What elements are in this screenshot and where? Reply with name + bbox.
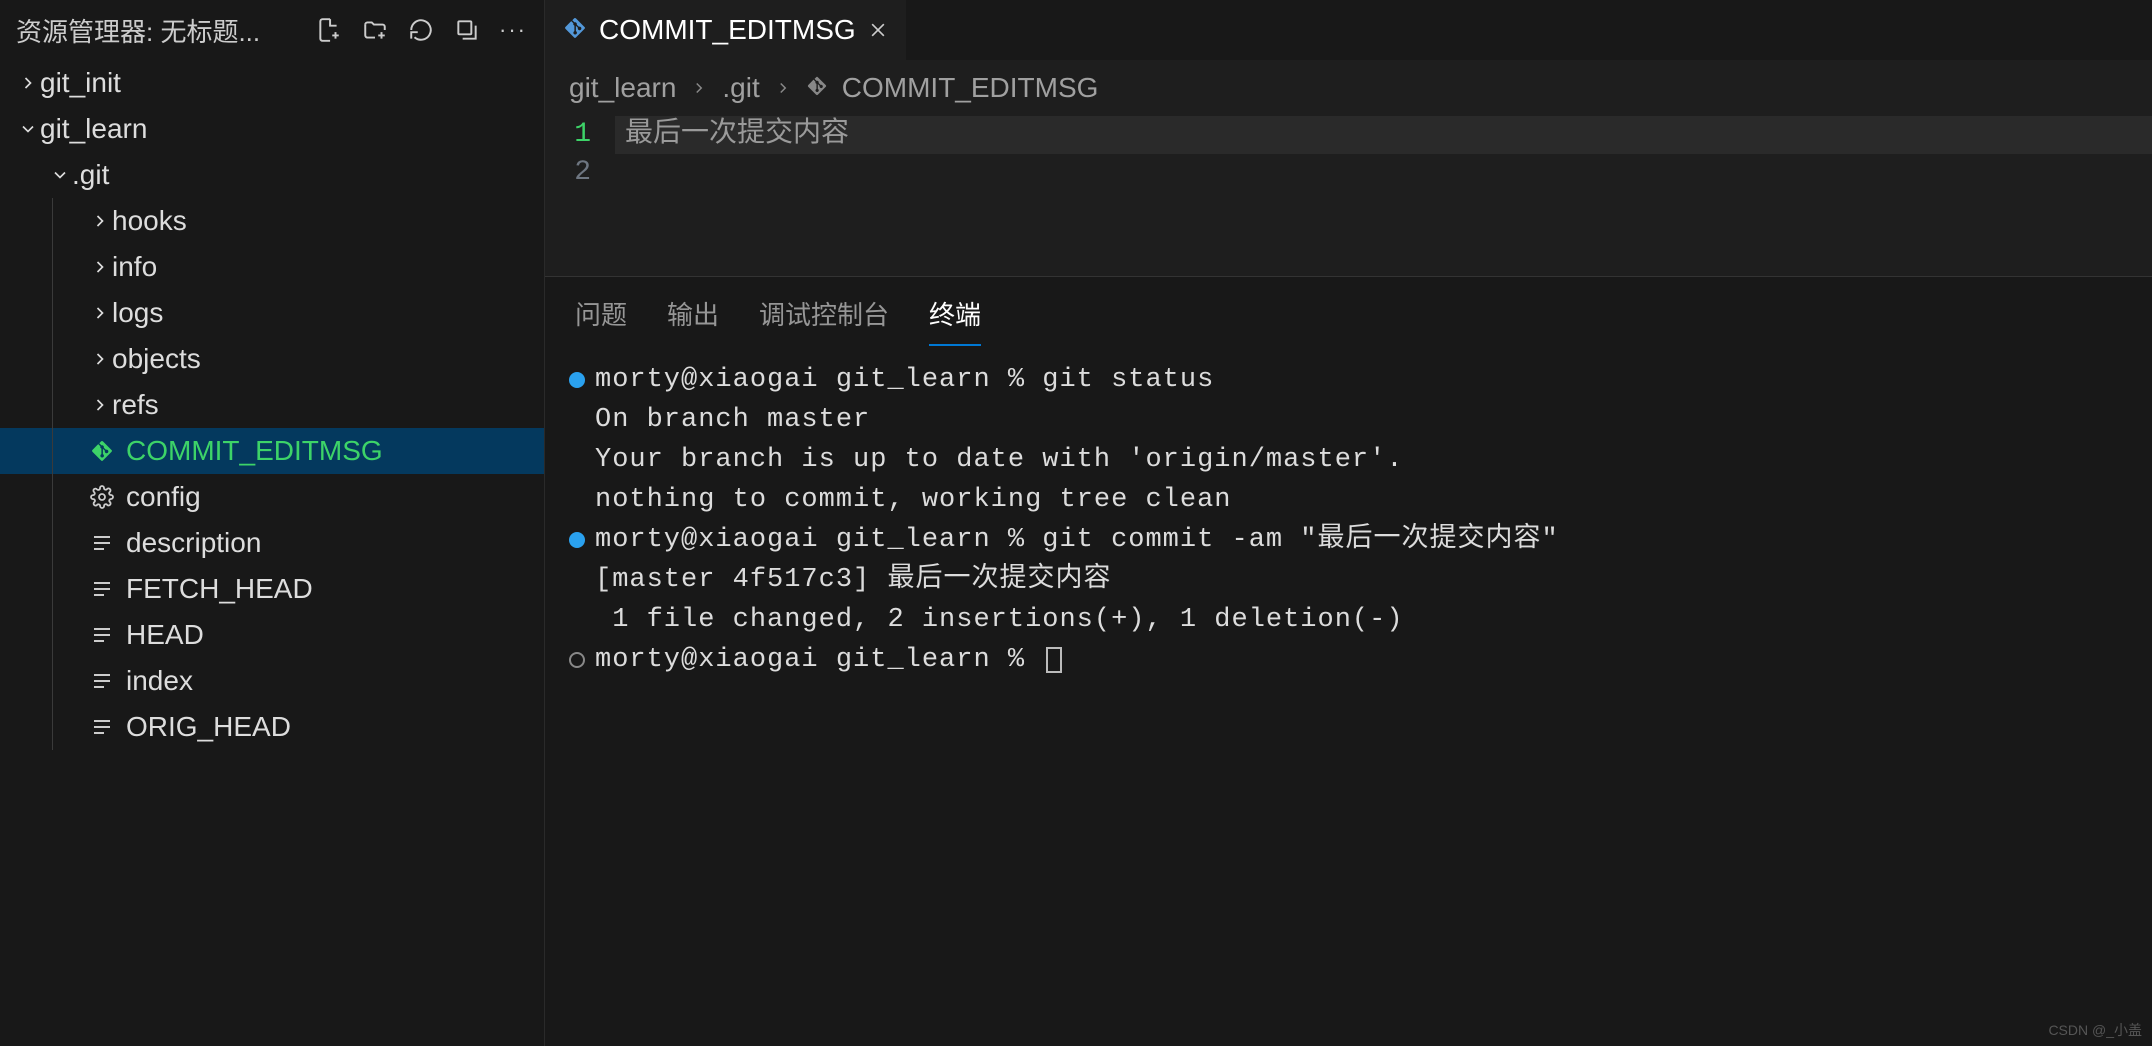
tree-item-git-init[interactable]: git_init: [0, 60, 544, 106]
tab-bar: COMMIT_EDITMSG: [545, 0, 2152, 60]
collapse-all-icon[interactable]: [452, 15, 482, 45]
text-editor[interactable]: 12 最后一次提交内容: [545, 116, 2152, 276]
watermark: CSDN @_小盖: [2048, 1020, 2142, 1040]
tree-item--git[interactable]: .git: [0, 152, 544, 198]
tab-label: COMMIT_EDITMSG: [599, 14, 856, 46]
chevron-right-icon: [88, 349, 112, 369]
line-number: 1: [545, 116, 591, 154]
git-icon: [88, 439, 116, 463]
close-icon[interactable]: [868, 20, 888, 40]
editor-line[interactable]: [615, 154, 2152, 192]
tab-problems[interactable]: 问题: [575, 295, 627, 346]
new-file-icon[interactable]: [314, 15, 344, 45]
breadcrumb-segment[interactable]: .git: [722, 72, 759, 104]
tree-item-logs[interactable]: logs: [0, 290, 544, 336]
tree-item-label: config: [126, 481, 201, 513]
terminal-line: 1 file changed, 2 insertions(+), 1 delet…: [569, 600, 2128, 640]
tab-debug-console[interactable]: 调试控制台: [759, 295, 889, 346]
tree-item-label: HEAD: [126, 619, 204, 651]
chevron-right-icon: [774, 72, 792, 104]
tree-item-head[interactable]: HEAD: [0, 612, 544, 658]
explorer-sidebar: 资源管理器: 无标题... ··· git_init git_learn .gith…: [0, 0, 545, 1046]
breadcrumb-segment[interactable]: COMMIT_EDITMSG: [842, 72, 1099, 104]
git-icon: [563, 16, 587, 45]
tree-item-config[interactable]: config: [0, 474, 544, 520]
prompt-bullet-icon: [569, 532, 585, 548]
git-icon: [806, 72, 828, 104]
sidebar-actions: ···: [314, 15, 528, 45]
refresh-icon[interactable]: [406, 15, 436, 45]
terminal-line: nothing to commit, working tree clean: [569, 480, 2128, 520]
chevron-right-icon: [88, 303, 112, 323]
tree-item-index[interactable]: index: [0, 658, 544, 704]
sidebar-header: 资源管理器: 无标题... ···: [0, 0, 544, 60]
lines-icon: [88, 531, 116, 555]
tree-item-fetch-head[interactable]: FETCH_HEAD: [0, 566, 544, 612]
tree-item-info[interactable]: info: [0, 244, 544, 290]
chevron-down-icon: [48, 165, 72, 185]
editor-group: COMMIT_EDITMSG git_learn .git COMMIT_EDI…: [545, 0, 2152, 1046]
tree-item-commit-editmsg[interactable]: COMMIT_EDITMSG: [0, 428, 544, 474]
editor-content[interactable]: 最后一次提交内容: [615, 116, 2152, 276]
terminal-cursor: [1046, 647, 1062, 673]
more-actions-icon[interactable]: ···: [498, 15, 528, 45]
tree-item-label: info: [112, 251, 157, 283]
lines-icon: [88, 669, 116, 693]
lines-icon: [88, 715, 116, 739]
bottom-panel: 问题 输出 调试控制台 终端 morty@xiaogai git_learn %…: [545, 276, 2152, 1046]
tree-item-label: objects: [112, 343, 201, 375]
tree-item-label: ORIG_HEAD: [126, 711, 291, 743]
tree-item-hooks[interactable]: hooks: [0, 198, 544, 244]
prompt-bullet-icon: [569, 652, 585, 668]
tree-item-git-learn[interactable]: git_learn: [0, 106, 544, 152]
terminal-output[interactable]: morty@xiaogai git_learn % git statusOn b…: [545, 346, 2152, 1046]
new-folder-icon[interactable]: [360, 15, 390, 45]
tab-commit-editmsg[interactable]: COMMIT_EDITMSG: [545, 0, 906, 60]
line-number: 2: [545, 154, 591, 192]
tab-output[interactable]: 输出: [667, 295, 719, 346]
panel-tabs: 问题 输出 调试控制台 终端: [545, 277, 2152, 346]
editor-line[interactable]: 最后一次提交内容: [615, 116, 2152, 154]
chevron-down-icon: [16, 119, 40, 139]
chevron-right-icon: [16, 73, 40, 93]
prompt-bullet-icon: [569, 372, 585, 388]
tab-terminal[interactable]: 终端: [929, 295, 981, 346]
tree-item-label: description: [126, 527, 261, 559]
tree-item-orig-head[interactable]: ORIG_HEAD: [0, 704, 544, 750]
tree-item-refs[interactable]: refs: [0, 382, 544, 428]
breadcrumb[interactable]: git_learn .git COMMIT_EDITMSG: [545, 60, 2152, 116]
lines-icon: [88, 623, 116, 647]
sidebar-title: 资源管理器: 无标题...: [16, 12, 314, 49]
tree-item-label: logs: [112, 297, 163, 329]
terminal-line: On branch master: [569, 400, 2128, 440]
terminal-line: morty@xiaogai git_learn %: [569, 640, 2128, 680]
tree-item-label: hooks: [112, 205, 187, 237]
terminal-line: morty@xiaogai git_learn % git status: [569, 360, 2128, 400]
line-number-gutter: 12: [545, 116, 615, 276]
chevron-right-icon: [88, 257, 112, 277]
lines-icon: [88, 577, 116, 601]
chevron-right-icon: [690, 72, 708, 104]
terminal-line: morty@xiaogai git_learn % git commit -am…: [569, 520, 2128, 560]
tree-item-objects[interactable]: objects: [0, 336, 544, 382]
chevron-right-icon: [88, 211, 112, 231]
tree-item-label: refs: [112, 389, 159, 421]
tree-item-label: git_init: [40, 67, 121, 99]
tree-item-label: FETCH_HEAD: [126, 573, 313, 605]
terminal-line: [master 4f517c3] 最后一次提交内容: [569, 560, 2128, 600]
tree-item-label: git_learn: [40, 113, 147, 145]
breadcrumb-segment[interactable]: git_learn: [569, 72, 676, 104]
tree-item-label: index: [126, 665, 193, 697]
tree-item-label: .git: [72, 159, 109, 191]
chevron-right-icon: [88, 395, 112, 415]
gear-icon: [88, 485, 116, 509]
tree-item-description[interactable]: description: [0, 520, 544, 566]
terminal-line: Your branch is up to date with 'origin/m…: [569, 440, 2128, 480]
tree-item-label: COMMIT_EDITMSG: [126, 435, 383, 467]
file-tree: git_init git_learn .githooks info logs object…: [0, 60, 544, 1046]
